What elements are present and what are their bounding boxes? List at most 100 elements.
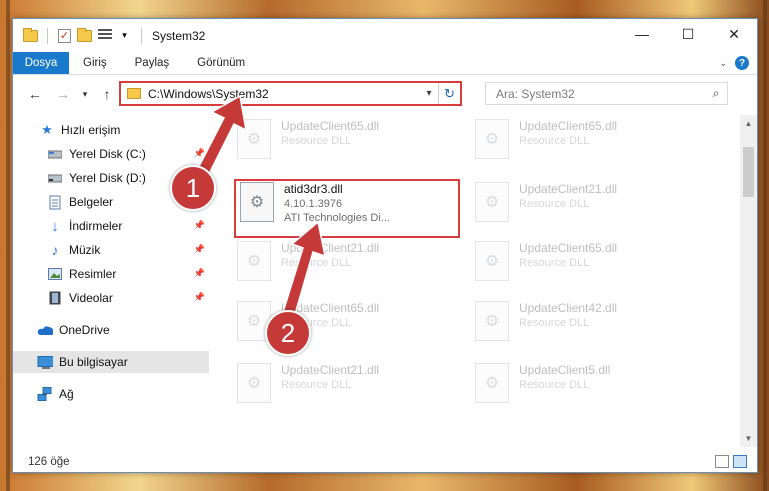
nav-item-this-pc[interactable]: Bu bilgisayar	[13, 351, 209, 373]
scrollbar-thumb[interactable]	[743, 147, 754, 197]
file-item[interactable]: ⚙ UpdateClient5.dll Resource DLL	[475, 363, 685, 411]
folder-icon	[127, 88, 141, 99]
search-icon[interactable]: ⌕	[705, 86, 727, 101]
nav-item-label: Yerel Disk (D:)	[69, 171, 146, 185]
ribbon-expand-icon[interactable]: ⌄	[719, 58, 727, 69]
tab-home[interactable]: Giriş	[69, 52, 121, 74]
address-path[interactable]: C:\Windows\System32	[148, 87, 420, 101]
explorer-window: ✓ ▾ System32 — ☐ ✕ Dosya Giriş Paylaş Gö…	[12, 18, 758, 473]
dll-file-icon: ⚙	[475, 119, 509, 159]
nav-item-network[interactable]: Ağ	[13, 383, 209, 405]
recent-dropdown-icon[interactable]: ▾	[75, 83, 95, 105]
music-icon: ♪	[51, 242, 59, 258]
pin-icon[interactable]: 📌	[194, 292, 205, 303]
dll-file-icon: ⚙	[475, 301, 509, 341]
nav-item-label: OneDrive	[59, 323, 110, 337]
back-arrow-icon[interactable]: ←	[25, 83, 45, 105]
minimize-button[interactable]: —	[619, 19, 665, 49]
file-name: UpdateClient42.dll	[519, 301, 618, 315]
file-name: UpdateClient21.dll	[281, 363, 380, 377]
pin-icon[interactable]: 📌	[194, 244, 205, 255]
up-arrow-icon[interactable]: ↑	[97, 83, 117, 105]
help-icon[interactable]: ?	[735, 56, 749, 70]
highlight-box	[234, 179, 460, 238]
nav-item-onedrive[interactable]: OneDrive	[13, 319, 209, 341]
downloads-icon: ↓	[51, 217, 59, 235]
file-item[interactable]: ⚙ UpdateClient21.dll Resource DLL	[237, 363, 447, 411]
nav-item-videos[interactable]: Videolar 📌	[13, 287, 209, 309]
nav-item-label: Belgeler	[69, 195, 114, 209]
drive-c-icon	[47, 146, 63, 162]
documents-icon	[47, 194, 63, 210]
tiles-view-icon[interactable]	[733, 455, 747, 468]
address-dropdown-icon[interactable]: ▾	[420, 88, 438, 99]
file-item[interactable]: ⚙ UpdateClient65.dll Resource DLL	[237, 119, 447, 167]
dll-file-icon: ⚙	[475, 363, 509, 403]
dll-file-icon: ⚙	[475, 182, 509, 222]
address-bar[interactable]: C:\Windows\System32 ▾ ↻	[119, 81, 462, 106]
close-button[interactable]: ✕	[711, 19, 757, 49]
file-type: Resource DLL	[281, 257, 352, 269]
tab-file[interactable]: Dosya	[13, 52, 69, 74]
details-view-icon[interactable]	[715, 455, 729, 468]
address-row: ← → ▾ ↑ C:\Windows\System32 ▾ ↻ Ara: Sys…	[13, 81, 757, 107]
tab-share[interactable]: Paylaş	[121, 52, 184, 74]
search-box[interactable]: Ara: System32 ⌕	[485, 82, 728, 105]
onedrive-icon	[37, 322, 53, 338]
drive-d-icon	[47, 170, 63, 186]
quick-access-toolbar: ✓ ▾	[13, 27, 146, 44]
pictures-icon	[47, 266, 63, 282]
customize-dropdown-icon[interactable]: ▾	[117, 28, 132, 43]
item-count: 126 öğe	[28, 456, 70, 468]
pin-icon[interactable]: 📌	[194, 220, 205, 231]
file-item[interactable]: ⚙ UpdateClient65.dll Resource DLL	[475, 119, 685, 167]
nav-item-label: Müzik	[69, 243, 101, 257]
nav-item-downloads[interactable]: ↓ İndirmeler 📌	[13, 215, 209, 237]
file-item[interactable]: ⚙ UpdateClient42.dll Resource DLL	[475, 301, 685, 349]
separator	[141, 27, 142, 44]
separator	[47, 27, 48, 44]
new-folder-icon[interactable]	[77, 27, 92, 43]
this-pc-icon	[37, 354, 53, 370]
nav-item-pictures[interactable]: Resimler 📌	[13, 263, 209, 285]
scroll-down-icon[interactable]: ▼	[740, 430, 757, 447]
ribbon-tabs: Dosya Giriş Paylaş Görünüm ⌄ ?	[13, 52, 757, 75]
step-badge-1: 1	[170, 165, 216, 211]
file-item[interactable]: ⚙ UpdateClient21.dll Resource DLL	[475, 182, 685, 230]
file-type: Resource DLL	[519, 198, 590, 210]
nav-item-label: İndirmeler	[69, 219, 123, 233]
properties-check-icon[interactable]: ✓	[57, 28, 72, 43]
status-bar: 126 öğe	[13, 451, 757, 472]
file-name: UpdateClient65.dll	[519, 119, 618, 133]
file-name: UpdateClient21.dll	[519, 182, 618, 196]
file-item[interactable]: ⚙ UpdateClient21.dll Resource DLL	[237, 241, 447, 289]
file-type: Resource DLL	[281, 135, 352, 147]
step-badge-2: 2	[265, 310, 311, 356]
vertical-scrollbar[interactable]: ▲ ▼	[740, 115, 757, 447]
scroll-up-icon[interactable]: ▲	[740, 115, 757, 132]
nav-item-music[interactable]: ♪ Müzik 📌	[13, 239, 209, 261]
nav-item-quick-access[interactable]: ★ Hızlı erişim	[13, 119, 209, 141]
search-input[interactable]: Ara: System32	[496, 87, 705, 101]
file-item[interactable]: ⚙ UpdateClient65.dll Resource DLL	[475, 241, 685, 289]
window-controls: — ☐ ✕	[619, 19, 757, 49]
tab-view[interactable]: Görünüm	[183, 52, 259, 74]
nav-item-label: Hızlı erişim	[61, 123, 121, 137]
properties-list-icon[interactable]	[97, 28, 112, 43]
nav-item-label: Resimler	[69, 267, 117, 281]
maximize-button[interactable]: ☐	[665, 19, 711, 49]
nav-item-label: Bu bilgisayar	[59, 355, 128, 369]
pin-icon[interactable]: 📌	[194, 268, 205, 279]
file-name: UpdateClient21.dll	[281, 241, 380, 255]
pin-icon[interactable]: 📌	[194, 148, 205, 159]
videos-icon	[47, 290, 63, 306]
dll-file-icon: ⚙	[237, 363, 271, 403]
file-type: Resource DLL	[281, 379, 352, 391]
file-type: Resource DLL	[519, 379, 590, 391]
dll-file-icon: ⚙	[237, 119, 271, 159]
window-title: System32	[152, 28, 206, 43]
refresh-icon[interactable]: ↻	[438, 83, 460, 104]
nav-item-local-disk-c[interactable]: Yerel Disk (C:) 📌	[13, 143, 209, 165]
folder-icon[interactable]	[23, 27, 38, 43]
forward-arrow-icon[interactable]: →	[53, 83, 73, 105]
